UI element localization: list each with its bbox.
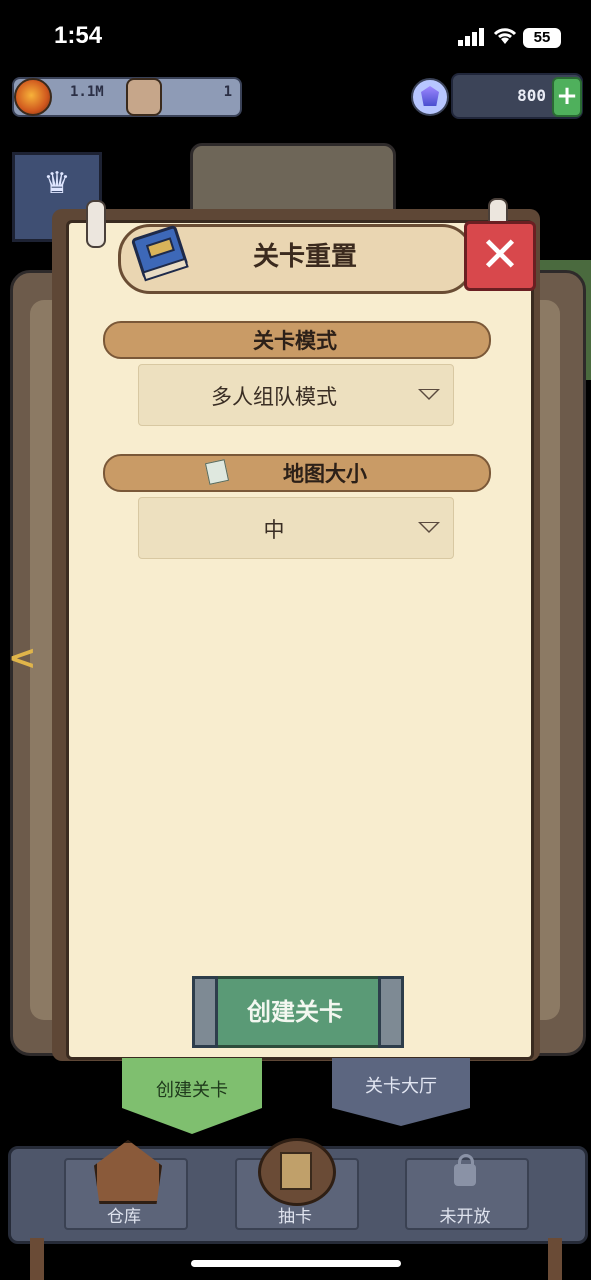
coin-icon — [14, 78, 52, 116]
gem-icon — [411, 78, 449, 116]
gem-value: 800 — [517, 86, 546, 105]
status-time: 1:54 — [54, 22, 103, 49]
wifi-icon — [493, 28, 517, 44]
nav-card-draw-label: 抽卡 — [278, 1207, 312, 1227]
population-value: 1 — [223, 84, 232, 100]
close-icon: ✕ — [479, 227, 521, 283]
add-gems-button[interactable]: + — [552, 77, 582, 117]
lock-icon — [454, 1164, 476, 1186]
create-level-label: 创建关卡 — [247, 998, 343, 1026]
button-cap-right — [378, 976, 404, 1048]
background-book-panel — [190, 143, 396, 219]
section-label-mode: 关卡模式 — [253, 329, 337, 353]
map-size-dropdown-value: 中 — [263, 518, 285, 542]
crown-icon: ♛ — [43, 166, 71, 201]
status-bar: 1:54 55 — [0, 0, 591, 70]
left-arrow-icon[interactable]: < — [8, 638, 37, 678]
scroll-knob-left — [86, 200, 106, 248]
mode-dropdown-value: 多人组队模式 — [211, 385, 337, 409]
battery-indicator: 55 — [523, 28, 561, 48]
coin-value: 1.1M — [70, 84, 104, 100]
population-icon — [126, 78, 162, 116]
tab-create-level-label: 创建关卡 — [156, 1080, 228, 1101]
close-button[interactable]: ✕ — [464, 221, 536, 291]
section-label-map-size: 地图大小 — [283, 462, 367, 486]
dialog-title: 关卡重置 — [252, 242, 357, 272]
nav-locked-label: 未开放 — [439, 1207, 491, 1227]
nav-warehouse-label: 仓库 — [107, 1207, 141, 1227]
home-indicator[interactable] — [191, 1260, 401, 1267]
signal-icon — [458, 28, 484, 46]
tab-level-hall-label: 关卡大厅 — [365, 1076, 437, 1097]
